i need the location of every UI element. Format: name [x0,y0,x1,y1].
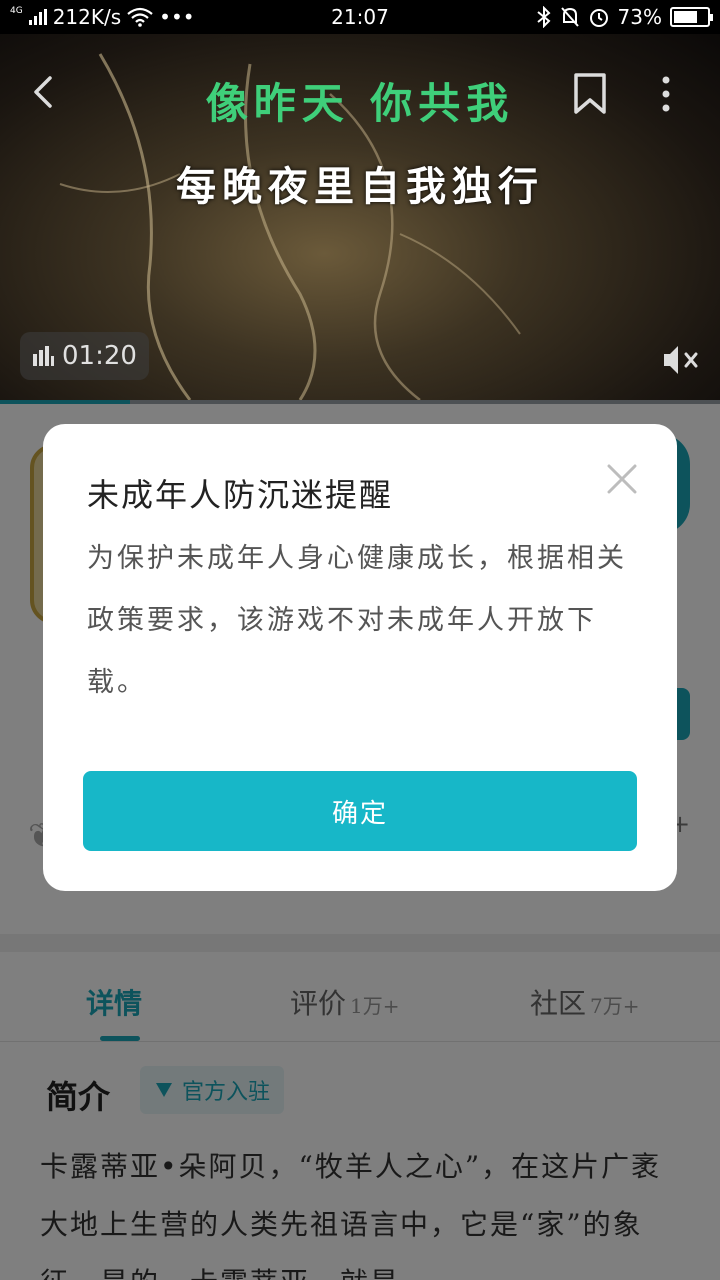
mute-icon[interactable] [660,342,700,378]
more-options-icon[interactable] [654,74,678,114]
bars-icon [33,346,54,366]
signal-icon [28,9,47,25]
network-type-label: 4G [10,6,23,16]
battery-percent: 73% [617,5,662,29]
video-player[interactable]: 像昨天 你共我 每晚夜里自我独行 01:20 [0,34,720,400]
video-duration: 01:20 [62,341,137,371]
lyric-line-2: 每晚夜里自我独行 [176,163,544,210]
confirm-button[interactable]: 确定 [83,771,637,851]
bookmark-icon[interactable] [572,72,608,116]
close-icon[interactable] [605,462,639,496]
status-bar: 4G 212K/s ••• 21:07 73% [0,0,720,34]
back-arrow-icon[interactable] [24,72,64,112]
network-speed: 212K/s [52,5,122,29]
lyric-line-1: 像昨天 你共我 [205,79,515,128]
dialog-message: 为保护未成年人身心健康成长，根据相关政策要求，该游戏不对未成年人开放下载。 [87,543,627,698]
anti-addiction-dialog: 未成年人防沉迷提醒 为保护未成年人身心健康成长，根据相关政策要求，该游戏不对未成… [43,424,677,891]
battery-icon [670,7,713,27]
mute-bell-icon [560,7,579,27]
wifi-icon [127,7,153,27]
more-notifications-icon: ••• [159,5,195,29]
dialog-title: 未成年人防沉迷提醒 [87,476,394,514]
bluetooth-icon [536,6,551,28]
video-duration-badge: 01:20 [20,332,149,380]
alarm-icon [589,9,608,27]
